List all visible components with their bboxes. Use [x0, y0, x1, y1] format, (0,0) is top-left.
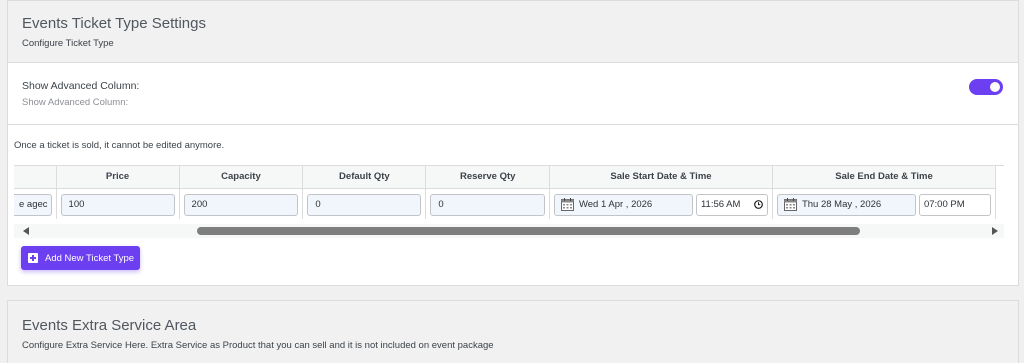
sale-end-time-value: 07:00 PM [923, 198, 965, 210]
sale-start-date-input[interactable]: Wed 1 Apr , 2026 [553, 193, 693, 216]
column-header-capacity: Capacity [178, 166, 304, 189]
extra-service-subtitle: Configure Extra Service Here. Extra Serv… [22, 340, 494, 351]
calendar-icon [783, 198, 797, 211]
name-cell: e agec [14, 187, 57, 219]
default-qty-cell: 0 [302, 187, 427, 219]
table-row: e agec 100 200 0 0 Wed 1 Apr , 2026 11:5… [14, 187, 997, 219]
ticket-type-table: Price Capacity Default Qty Reserve Qty S… [14, 166, 997, 219]
ticket-settings-title: Events Ticket Type Settings [22, 15, 206, 32]
sale-end-cell: Thu 28 May , 2026 07:00 PM [771, 187, 997, 219]
price-cell: 100 [55, 187, 180, 219]
sale-start-time-value: 11:56 AM [700, 198, 741, 210]
reserve-qty-input[interactable]: 0 [430, 193, 545, 216]
advanced-column-toggle[interactable] [969, 79, 1003, 95]
capacity-cell: 200 [178, 187, 304, 219]
toggle-knob [990, 82, 1000, 92]
scroll-right-arrow[interactable] [992, 227, 998, 235]
table-horizontal-scrollbar[interactable] [14, 224, 1004, 238]
add-new-ticket-type-button[interactable]: Add New Ticket Type [21, 246, 140, 270]
sale-end-date-value: Thu 28 May , 2026 [801, 198, 882, 210]
scrollbar-thumb[interactable] [197, 227, 860, 235]
default-qty-input[interactable]: 0 [307, 193, 422, 216]
extra-service-panel: Events Extra Service Area Configure Extr… [7, 300, 1019, 363]
column-header-sale-start: Sale Start Date & Time [548, 166, 773, 189]
plus-icon [28, 253, 38, 263]
column-header-name [14, 166, 57, 189]
clock-icon [754, 200, 763, 209]
sale-start-date-value: Wed 1 Apr , 2026 [578, 198, 653, 210]
extra-service-header: Events Extra Service Area Configure Extr… [8, 301, 1018, 363]
ticket-settings-subtitle: Configure Ticket Type [22, 38, 114, 49]
ticket-settings-header: Events Ticket Type Settings Configure Ti… [8, 1, 1018, 63]
sale-end-date-input[interactable]: Thu 28 May , 2026 [776, 193, 916, 216]
ticket-edit-note: Once a ticket is sold, it cannot be edit… [14, 140, 225, 151]
sale-end-time-input[interactable]: 07:00 PM [918, 193, 991, 216]
advanced-column-help: Show Advanced Column: [22, 97, 129, 108]
reserve-qty-cell: 0 [425, 187, 550, 219]
sale-start-cell: Wed 1 Apr , 2026 11:56 AM [548, 187, 773, 219]
sale-start-group: Wed 1 Apr , 2026 11:56 AM [553, 193, 768, 216]
capacity-input[interactable]: 200 [183, 193, 299, 216]
price-input[interactable]: 100 [60, 193, 175, 216]
extra-service-title: Events Extra Service Area [22, 317, 197, 334]
sale-end-group: Thu 28 May , 2026 07:00 PM [776, 193, 991, 216]
add-new-ticket-type-label: Add New Ticket Type [45, 252, 135, 264]
calendar-icon [560, 198, 574, 211]
ticket-name-input[interactable]: e agec [14, 193, 52, 216]
column-header-price: Price [55, 166, 180, 189]
column-header-reserve-qty: Reserve Qty [425, 166, 550, 189]
advanced-column-label: Show Advanced Column: [22, 80, 140, 92]
ticket-table-container: Price Capacity Default Qty Reserve Qty S… [14, 165, 1004, 219]
scroll-left-arrow[interactable] [23, 227, 29, 235]
column-header-default-qty: Default Qty [302, 166, 427, 189]
sale-start-time-input[interactable]: 11:56 AM [695, 193, 768, 216]
advanced-column-row: Show Advanced Column: Show Advanced Colu… [8, 63, 1018, 125]
table-header-row: Price Capacity Default Qty Reserve Qty S… [14, 166, 997, 189]
column-header-sale-end: Sale End Date & Time [771, 166, 997, 189]
